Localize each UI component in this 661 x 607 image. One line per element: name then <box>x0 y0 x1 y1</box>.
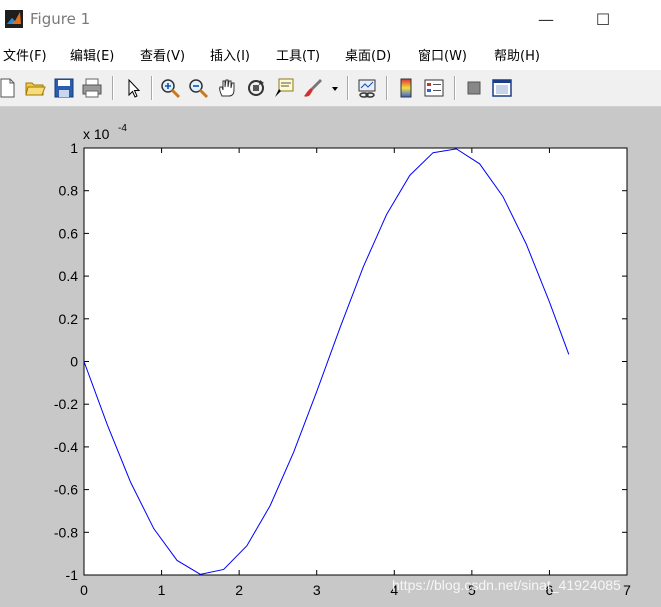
toolbar-separator <box>386 76 387 100</box>
matlab-icon <box>5 10 23 28</box>
window-title: Figure 1 <box>30 10 91 28</box>
y-tick-label: -0.6 <box>54 482 78 498</box>
x-tick-label: 1 <box>158 582 166 598</box>
y-exponent-base: x 10 <box>83 126 110 142</box>
toolbar <box>0 70 661 107</box>
save-icon[interactable] <box>53 77 75 99</box>
y-tick-label: 0 <box>70 354 78 370</box>
y-tick-label: -0.4 <box>54 439 78 455</box>
y-tick-label: 0.4 <box>59 268 79 284</box>
y-tick-label: 0.6 <box>59 225 79 241</box>
legend-icon[interactable] <box>423 77 445 99</box>
zoom-out-icon[interactable] <box>187 77 209 99</box>
line-chart[interactable]: 0 1 2 3 4 5 6 7-1-0.8-0.6-0.4-0.200.20.40.60.81… <box>0 107 661 607</box>
x-tick-label: 0 <box>80 582 88 598</box>
x-tick-label: 2 <box>235 582 243 598</box>
brush-icon[interactable] <box>302 77 324 99</box>
zoom-in-icon[interactable] <box>159 77 181 99</box>
menu-edit[interactable]: 编辑(E) <box>70 45 114 64</box>
axes-background <box>83 147 628 576</box>
menu-insert[interactable]: 插入(I) <box>210 45 250 64</box>
y-tick-label: 1 <box>70 140 78 156</box>
menu-desktop[interactable]: 桌面(D) <box>345 45 391 64</box>
menu-file[interactable]: 文件(F) <box>3 45 47 64</box>
show-plot-tools-icon[interactable] <box>491 77 513 99</box>
dropdown-arrow-icon[interactable] <box>328 77 342 99</box>
minimize-button[interactable]: — <box>523 6 569 34</box>
toolbar-separator <box>347 76 348 100</box>
link-plot-icon[interactable] <box>356 77 378 99</box>
y-tick-label: -0.2 <box>54 396 78 412</box>
colorbar-icon[interactable] <box>395 77 417 99</box>
menu-view[interactable]: 查看(V) <box>140 45 185 64</box>
menu-tools[interactable]: 工具(T) <box>276 45 320 64</box>
toolbar-separator <box>151 76 152 100</box>
y-tick-label: -0.8 <box>54 524 78 540</box>
hide-plot-tools-icon[interactable] <box>463 77 485 99</box>
toolbar-separator <box>454 76 455 100</box>
y-tick-label: 0.8 <box>59 183 79 199</box>
watermark-text: https://blog.csdn.net/sinat_41924085 <box>392 577 621 593</box>
y-tick-label: -1 <box>66 567 79 583</box>
select-arrow-icon[interactable] <box>122 77 144 99</box>
figure-area: 0 1 2 3 4 5 6 7 -1 -0.8 -0.6 -0.4 -0.2 0 0.2 0.4 0.6 0.8 1… <box>0 107 661 607</box>
menu-window[interactable]: 窗口(W) <box>418 45 467 64</box>
toolbar-separator <box>112 76 113 100</box>
print-icon[interactable] <box>81 77 103 99</box>
y-exponent-power: -4 <box>118 123 127 134</box>
title-bar: Figure 1 — ☐ <box>0 0 661 40</box>
open-file-icon[interactable] <box>24 77 46 99</box>
menu-bar: 文件(F) 编辑(E) 查看(V) 插入(I) 工具(T) 桌面(D) 窗口(W… <box>0 40 661 68</box>
new-figure-icon[interactable] <box>0 77 18 99</box>
maximize-button[interactable]: ☐ <box>580 6 626 34</box>
data-cursor-icon[interactable] <box>273 77 295 99</box>
rotate-3d-icon[interactable] <box>245 77 267 99</box>
x-tick-label: 3 <box>313 582 321 598</box>
y-tick-label: 0.2 <box>59 311 79 327</box>
menu-help[interactable]: 帮助(H) <box>494 45 540 64</box>
pan-hand-icon[interactable] <box>216 77 238 99</box>
x-tick-label: 7 <box>623 582 631 598</box>
